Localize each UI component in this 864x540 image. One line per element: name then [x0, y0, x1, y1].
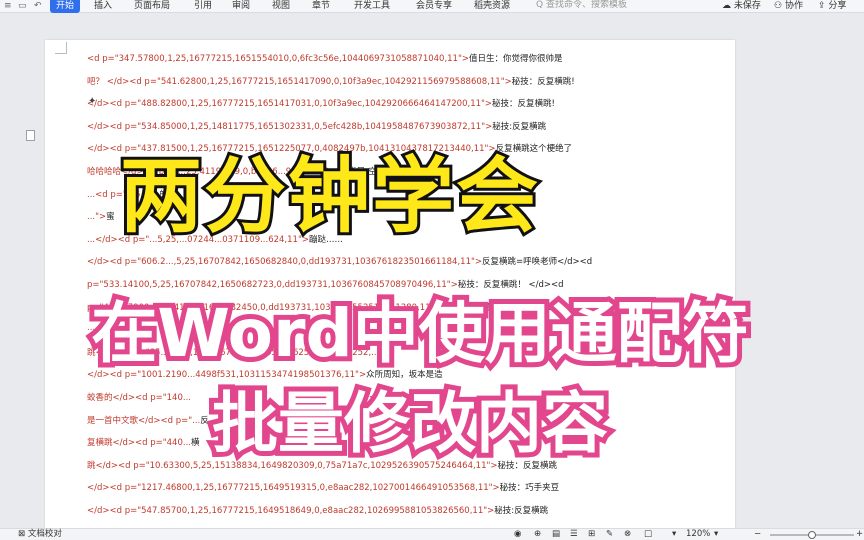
comment-text: 值日生：你觉得你很帅是	[469, 54, 563, 64]
subtitle-line-2: 批量修改内容	[207, 381, 613, 467]
tab-page-layout[interactable]: 页面布局	[134, 0, 170, 13]
tab-member[interactable]: 会员专享	[416, 0, 452, 13]
comment-text: 秘技：反复横跳!	[492, 99, 555, 110]
comment-text: 秘技：巧手夹豆	[499, 483, 560, 494]
unsaved-label: 未保存	[733, 1, 761, 11]
document-line[interactable]: </d><d p="534.85000,1,25,14811775,165130…	[87, 120, 546, 132]
text-cursor-icon: ✦	[88, 96, 97, 107]
tab-chapter[interactable]: 章节	[312, 0, 330, 13]
page-view-icon[interactable]: ▤	[552, 529, 560, 540]
zoom-out-icon[interactable]: ▾	[672, 529, 676, 540]
tab-docer[interactable]: 稻壳资源	[474, 0, 510, 13]
read-mode-icon[interactable]: □	[644, 529, 652, 540]
web-view-icon[interactable]: ⊞	[588, 529, 595, 540]
collab-button[interactable]: ⚇ 协作	[774, 0, 803, 13]
command-search-input[interactable]: Q 查找命令、搜索模板	[536, 0, 627, 12]
undo-icon[interactable]: ↶	[34, 0, 42, 13]
document-line[interactable]: </d><d p="547.85700,1,25,16777215,164951…	[87, 504, 548, 516]
folder-icon[interactable]: ▭	[18, 0, 27, 13]
collab-label: 协作	[784, 1, 803, 11]
write-mode-icon[interactable]: ✎	[606, 529, 613, 540]
xml-tag-text: </d><d p="547.85700,1,25,16777215,164951…	[87, 506, 495, 516]
document-line[interactable]: </d><d p="606.2...,5,25,16707842,1650682…	[87, 255, 592, 267]
comment-text: 秘技：反复横跳	[497, 460, 558, 471]
document-map-icon[interactable]	[26, 130, 35, 141]
outline-view-icon[interactable]: ☰	[570, 529, 578, 540]
xml-tag-text: </d><d p="534.85000,1,25,14811775,165130…	[87, 121, 493, 132]
document-line[interactable]: </d><d p="488.82800,1,25,16777215,165141…	[87, 97, 555, 109]
tab-references[interactable]: 引用	[194, 0, 212, 13]
comment-text: 秘技:反复横跳	[492, 121, 547, 132]
unsaved-status[interactable]: ☁ 未保存	[722, 0, 761, 13]
zoom-plus-icon[interactable]: +	[856, 529, 863, 540]
comment-text: 反复横跳=呼唤老师</d><d	[482, 257, 593, 268]
globe-icon[interactable]: ⊗	[624, 529, 631, 540]
xml-tag-text: 跳</d><d p="10.63300,5,25,15138834,164982…	[87, 460, 498, 471]
people-icon: ⚇	[774, 1, 783, 11]
xml-tag-text: </d><d p="488.82800,1,25,16777215,165141…	[87, 99, 493, 110]
proofread-icon: ⊠	[18, 529, 26, 539]
xml-tag-text: <d p="347.57800,1,25,16777215,1651554010…	[87, 54, 470, 64]
proofread-label: 文档校对	[27, 529, 62, 539]
comment-text: 秘技:反复横跳	[494, 506, 549, 516]
proofread-button[interactable]: ⊠ 文档校对	[18, 529, 62, 540]
zoom-minus-icon[interactable]: −	[754, 529, 761, 540]
xml-tag-text: </d><d p="1217.46800,1,25,16777215,16495…	[87, 483, 500, 494]
eye-protect-icon[interactable]: ◉	[514, 529, 521, 540]
tab-insert[interactable]: 插入	[94, 0, 112, 13]
comment-text: 秘技：反复横跳！ </d><d	[457, 280, 564, 290]
tab-developer[interactable]: 开发工具	[354, 0, 390, 13]
menu-bar: ≡ ▭ ↶ 开始 插入 页面布局 引用 审阅 视图 章节 开发工具 会员专享 稻…	[0, 0, 864, 13]
document-line[interactable]: </d><d p="1217.46800,1,25,16777215,16495…	[87, 481, 559, 493]
main-title: 两分钟学会	[117, 149, 541, 245]
focus-mode-icon[interactable]: ⊕	[534, 529, 541, 540]
tab-view[interactable]: 视图	[272, 0, 290, 13]
zoom-slider-thumb[interactable]	[808, 531, 816, 539]
tab-home[interactable]: 开始	[50, 0, 81, 13]
xml-tag-text: p="533.14100,5,25,16707842,1650682723,0,…	[87, 280, 458, 290]
zoom-level[interactable]: 120%	[686, 529, 710, 540]
document-line[interactable]: p="533.14100,5,25,16707842,1650682723,0,…	[87, 278, 564, 290]
status-bar: ⊠ 文档校对 ◉ ⊕ ▤ ☰ ⊞ ✎ ⊗ □ ▾ 120% ▾ − +	[0, 528, 864, 540]
share-icon: ⇪	[818, 1, 826, 11]
zoom-dropdown-icon[interactable]: ▾	[714, 529, 718, 540]
menu-icon[interactable]: ≡	[4, 0, 12, 13]
document-line[interactable]: <d p="347.57800,1,25,16777215,1651554010…	[87, 52, 563, 64]
comment-text: 秘技：反复横跳!	[511, 76, 575, 87]
tab-review[interactable]: 审阅	[232, 0, 250, 13]
margin-corner-mark	[55, 42, 67, 54]
document-line[interactable]: 吧？ </d><d p="541.62800,1,25,16777215,165…	[87, 75, 575, 87]
xml-tag-text: 吧？ </d><d p="541.62800,1,25,16777215,165…	[87, 76, 512, 87]
subtitle-line-1: 在Word中使用通配符	[86, 291, 754, 377]
xml-tag-text: </d><d p="606.2...,5,25,16707842,1650682…	[87, 257, 483, 268]
share-button[interactable]: ⇪ 分享	[818, 0, 846, 13]
cloud-icon: ☁	[722, 1, 731, 11]
share-label: 分享	[828, 1, 847, 11]
